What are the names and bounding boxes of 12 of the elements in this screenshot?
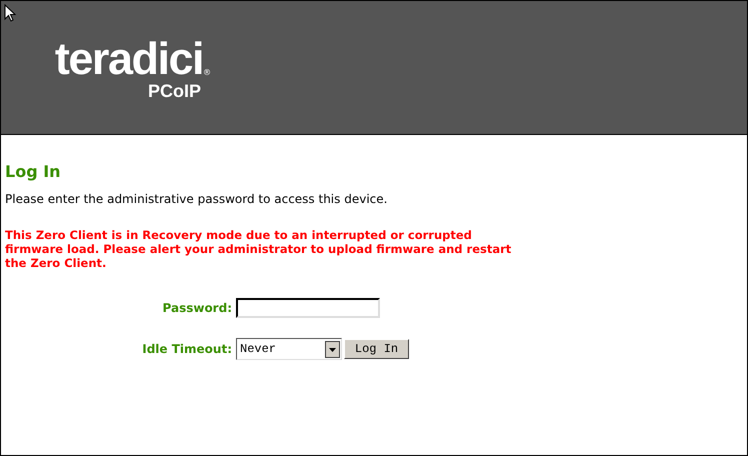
page-title: Log In: [5, 162, 62, 182]
password-label: Password:: [162, 301, 233, 315]
password-field[interactable]: [236, 298, 380, 318]
logo-wordmark: teradici: [54, 37, 203, 81]
idle-timeout-label: Idle Timeout:: [141, 342, 233, 356]
instruction-text: Please enter the administrative password to access this device.: [5, 192, 388, 207]
login-button[interactable]: Log In: [344, 339, 409, 359]
idle-timeout-dropdown[interactable]: Never: [236, 338, 342, 360]
warning-text: This Zero Client is in Recovery mode due to an interrupted or corrupted firmware load. Please alert your administrator to upload firmware and restart the Zero Client.: [5, 228, 512, 270]
logo-product-name: PCoIP: [148, 81, 201, 101]
cursor-icon: [4, 4, 16, 22]
registered-mark: ®: [203, 68, 211, 78]
